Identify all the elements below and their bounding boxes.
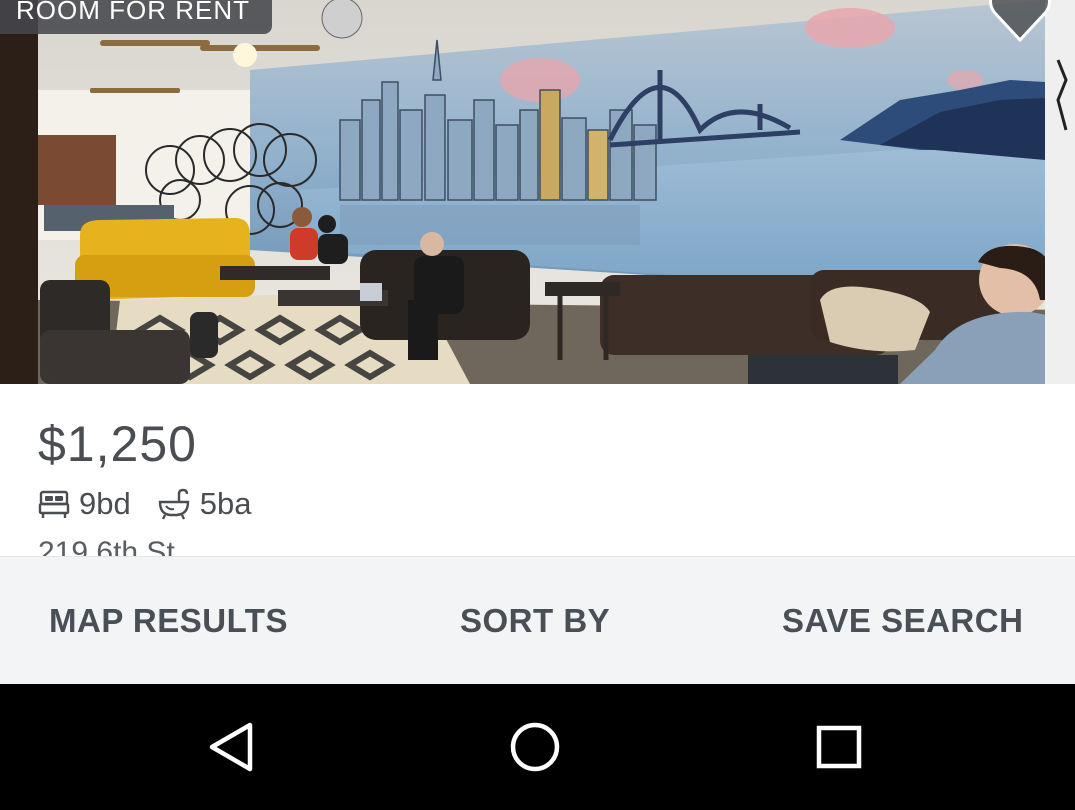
favorite-button[interactable]: [988, 0, 1052, 46]
save-search-button[interactable]: SAVE SEARCH: [782, 557, 1023, 685]
recents-button[interactable]: [784, 684, 894, 810]
bed-icon: [38, 490, 70, 518]
listing-info[interactable]: $1,250 9bd 5ba 219 6th St: [0, 384, 1075, 556]
heart-icon: [989, 0, 1051, 43]
listing-price: $1,250: [38, 416, 197, 472]
listing-type-tag: ROOM FOR RENT: [0, 0, 272, 34]
back-triangle-icon: [209, 722, 253, 772]
sort-by-button[interactable]: SORT BY: [460, 557, 610, 685]
listing-address: 219 6th St: [38, 536, 175, 556]
beds-spec: 9bd: [38, 484, 131, 524]
baths-spec: 5ba: [157, 484, 252, 524]
listing-specs: 9bd 5ba: [38, 484, 277, 524]
listing-photo[interactable]: ROOM FOR RENT: [0, 0, 1075, 384]
home-circle-icon: [510, 722, 560, 772]
results-action-bar: MAP RESULTS SORT BY SAVE SEARCH: [0, 556, 1075, 685]
listing-photo-image: [0, 0, 1075, 384]
beds-count: 9bd: [79, 486, 131, 521]
recents-square-icon: [816, 725, 862, 769]
home-button[interactable]: [480, 684, 590, 810]
baths-count: 5ba: [199, 486, 252, 521]
back-button[interactable]: [178, 684, 288, 810]
bathtub-icon: [158, 488, 189, 520]
map-results-button[interactable]: MAP RESULTS: [49, 557, 288, 685]
system-navigation-bar: [0, 684, 1075, 810]
